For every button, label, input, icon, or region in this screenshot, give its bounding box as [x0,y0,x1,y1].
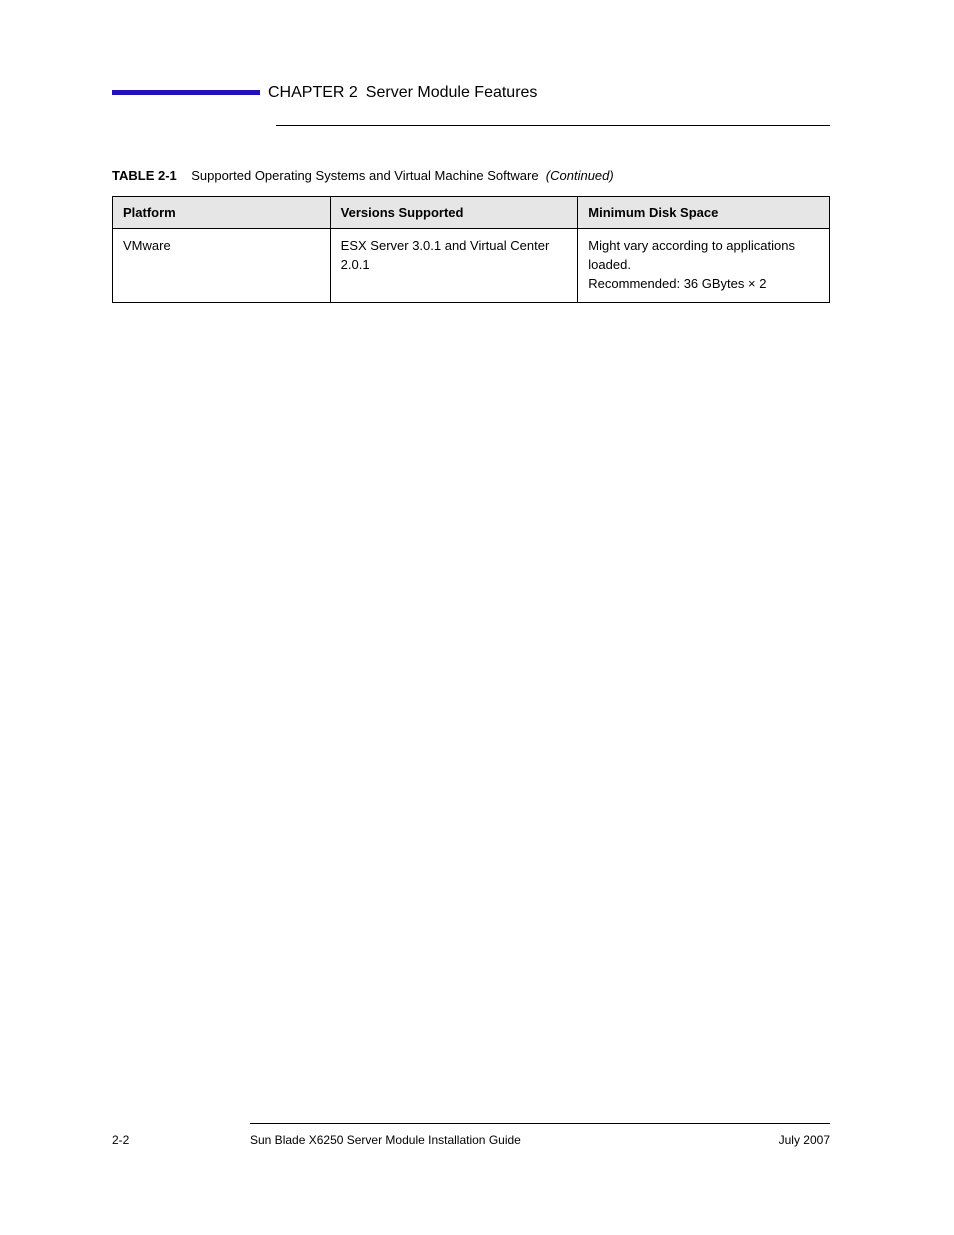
table-continued: (Continued) [546,168,614,183]
cell-platform: VMware [113,229,331,303]
cell-versions: ESX Server 3.0.1 and Virtual Center 2.0.… [330,229,578,303]
page-footer: Sun Blade X6250 Server Module Installati… [250,1133,830,1147]
col-header-platform: Platform [113,197,331,229]
header-rule [276,125,830,126]
cell-disk-recommended-label: Recommended: [588,276,680,291]
col-header-disk: Minimum Disk Space [578,197,830,229]
footer-rule [250,1123,830,1124]
table-row: VMware ESX Server 3.0.1 and Virtual Cent… [113,229,830,303]
chapter-kicker: CHAPTER 2 [268,84,358,102]
cell-disk-line1: Might vary according to applications loa… [588,238,795,272]
cell-disk-recommended-value: 36 GBytes × 2 [684,276,767,291]
table-header-row: Platform Versions Supported Minimum Disk… [113,197,830,229]
chapter-header: CHAPTER 2 Server Module Features [112,84,830,102]
footer-doc-title: Sun Blade X6250 Server Module Installati… [250,1133,521,1147]
cell-disk: Might vary according to applications loa… [578,229,830,303]
table-caption: TABLE 2-1 Supported Operating Systems an… [112,168,614,183]
chapter-title: Server Module Features [366,84,538,102]
supported-os-table: Platform Versions Supported Minimum Disk… [112,196,830,303]
col-header-versions: Versions Supported [330,197,578,229]
table-label: TABLE 2-1 [112,168,177,183]
header-accent-bar [112,90,260,95]
footer-doc-date: July 2007 [779,1133,830,1147]
page-number: 2-2 [112,1133,129,1147]
table-caption-text: Supported Operating Systems and Virtual … [191,168,538,183]
